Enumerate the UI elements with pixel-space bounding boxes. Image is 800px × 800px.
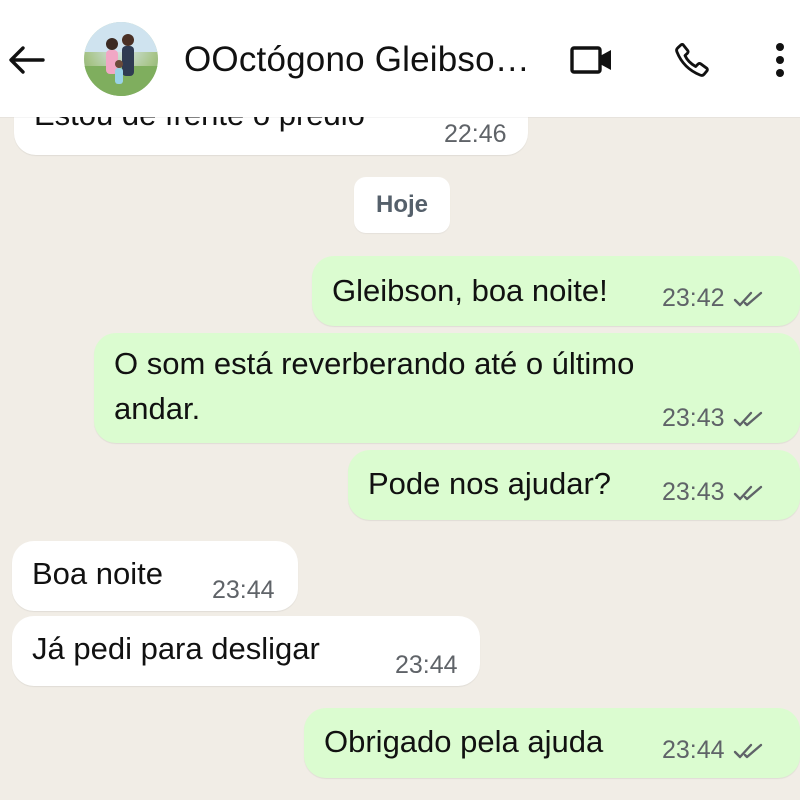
message-text: Já pedi para desligar bbox=[32, 631, 320, 666]
chat-header: OOctógono Gleibso… bbox=[0, 0, 800, 117]
message-bubble-outgoing[interactable]: Obrigado pela ajuda 23:44 bbox=[304, 708, 800, 778]
message-meta: 23:44 bbox=[212, 576, 275, 605]
message-time: 23:43 bbox=[662, 404, 725, 432]
contact-avatar[interactable] bbox=[84, 22, 158, 96]
message-time: 23:44 bbox=[662, 736, 725, 764]
contact-photo bbox=[84, 22, 158, 96]
message-bubble-incoming[interactable]: Boa noite 23:44 bbox=[12, 541, 298, 611]
message-time: 23:43 bbox=[662, 478, 725, 506]
arrow-left-icon bbox=[9, 46, 45, 74]
more-vertical-icon bbox=[776, 43, 784, 77]
phone-icon bbox=[675, 42, 709, 77]
message-meta: 23:44 bbox=[395, 651, 458, 680]
message-time: 23:42 bbox=[662, 284, 725, 312]
message-text: Obrigado pela ajuda bbox=[324, 724, 604, 759]
date-divider: Hoje bbox=[354, 177, 450, 233]
message-bubble-incoming[interactable]: Já pedi para desligar 23:44 bbox=[12, 616, 480, 686]
message-bubble-outgoing[interactable]: O som está reverberando até o último and… bbox=[94, 333, 800, 443]
video-call-icon bbox=[570, 46, 611, 74]
message-text-line-2: andar. bbox=[114, 391, 201, 426]
back-button[interactable] bbox=[4, 38, 48, 82]
message-text: Gleibson, boa noite! bbox=[332, 273, 608, 308]
message-meta: 23:43 bbox=[662, 404, 767, 433]
message-text: Boa noite bbox=[32, 556, 163, 591]
video-call-button[interactable] bbox=[568, 36, 616, 84]
double-check-icon bbox=[733, 411, 762, 426]
double-check-icon bbox=[733, 743, 762, 758]
message-time: 23:44 bbox=[212, 576, 275, 604]
message-meta: 23:42 bbox=[662, 284, 767, 313]
message-time: 22:46 bbox=[444, 120, 507, 148]
double-check-icon bbox=[733, 291, 762, 306]
double-check-icon bbox=[733, 485, 762, 500]
more-options-button[interactable] bbox=[758, 36, 800, 84]
message-bubble-outgoing[interactable]: Pode nos ajudar? 23:43 bbox=[348, 450, 800, 520]
message-text: Pode nos ajudar? bbox=[368, 466, 612, 501]
message-text-line-1: O som está reverberando até o último bbox=[114, 346, 635, 381]
message-time: 23:44 bbox=[395, 651, 458, 679]
contact-name[interactable]: OOctógono Gleibso… bbox=[184, 38, 544, 82]
voice-call-button[interactable] bbox=[668, 36, 716, 84]
message-meta: 22:46 bbox=[444, 120, 507, 149]
message-meta: 23:44 bbox=[662, 736, 767, 765]
message-bubble-outgoing[interactable]: Gleibson, boa noite! 23:42 bbox=[312, 256, 800, 326]
message-meta: 23:43 bbox=[662, 478, 767, 507]
